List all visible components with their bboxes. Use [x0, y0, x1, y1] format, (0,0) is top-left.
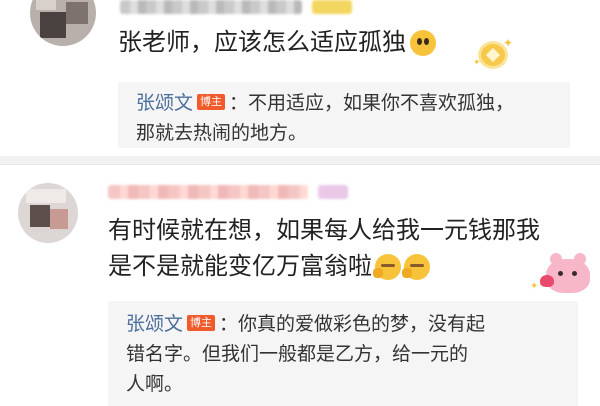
- author-badge: 博主: [197, 93, 226, 110]
- avatar[interactable]: [30, 0, 96, 46]
- reply-author[interactable]: 张颂文: [136, 92, 193, 114]
- comment-text: 有时候就在想，如果每人给我一元钱那我 是不是就能变亿万富翁啦: [108, 216, 540, 280]
- author-reply: 张颂文 博主 ：不用适应，如果你不喜欢孤独， 那就去热闹的地方。: [118, 82, 570, 148]
- author-badge: 博主: [187, 314, 216, 331]
- blurred-username[interactable]: [108, 185, 308, 199]
- sad-face-emoji: [410, 30, 436, 56]
- blurred-user-badge: [312, 0, 352, 14]
- gold-coin-badge-icon: ✦ ✦: [473, 36, 514, 68]
- avatar[interactable]: [18, 183, 78, 243]
- blurred-username[interactable]: [120, 0, 302, 14]
- thinking-face-emoji: [373, 254, 401, 280]
- thinking-face-emoji: [402, 254, 430, 280]
- author-reply: 张颂文 博主 ：你真的爱做彩色的梦，没有起 错名字。但我们一般都是乙方，给一元的 人…: [108, 301, 578, 406]
- comment-card-1: 张老师，应该怎么适应孤独 ✦ ✦ 张颂文 博主 ：不用适应，如果你不喜欢孤独， 那就…: [0, 0, 600, 156]
- blurred-user-badge: [318, 185, 348, 199]
- pink-bear-sticker-icon: ✦: [530, 251, 594, 299]
- reply-author[interactable]: 张颂文: [126, 313, 183, 335]
- comment-card-2: 有时候就在想，如果每人给我一元钱那我 是不是就能变亿万富翁啦 ✦ 张颂文 博主 ：你…: [0, 164, 600, 406]
- reply-text-line: ：你真的爱做彩色的梦，没有起: [219, 313, 486, 335]
- reply-text-line: 人啊。: [126, 373, 184, 395]
- comment-text: 张老师，应该怎么适应孤独: [118, 24, 436, 60]
- reply-text-line: 那就去热闹的地方。: [136, 122, 308, 144]
- reply-text-line: 错名字。但我们一般都是乙方，给一元的: [126, 343, 469, 365]
- reply-text-line: ：不用适应，如果你不喜欢孤独，: [229, 92, 515, 114]
